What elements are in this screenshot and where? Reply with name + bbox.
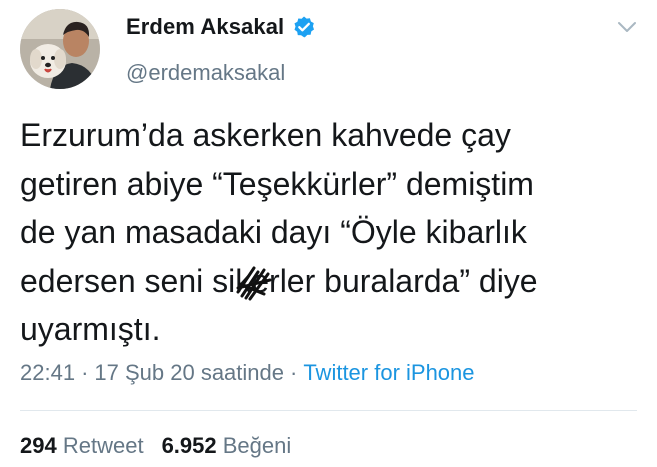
chevron-down-icon[interactable] [617, 20, 637, 34]
tweet-text-line: uyarmıştı. [20, 311, 161, 347]
likes-stat[interactable]: 6.952 Beğeni [162, 433, 292, 458]
name-row: Erdem Aksakal [126, 14, 316, 40]
tweet-source-link[interactable]: Twitter for iPhone [303, 360, 474, 385]
meta-separator: · [81, 360, 89, 385]
likes-count: 6.952 [161, 433, 217, 458]
tweet-time[interactable]: 22:41 [20, 360, 75, 385]
tweet-text-line: de yan masadaki dayı “Öyle kibarlık [20, 214, 527, 250]
tweet-text: Erzurum’da askerken kahvede çay getiren … [20, 111, 645, 354]
retweets-count: 294 [20, 433, 57, 458]
tweet-meta: 22:41 · 17 Şub 20 saatinde · Twitter for iPh… [20, 360, 475, 386]
tweet-card: Erdem Aksakal @erdemaksakal Erzurum’da a… [0, 0, 657, 467]
tweet-text-line: edersen seni sikerler buralarda” diye [20, 262, 538, 299]
likes-label: Beğeni [222, 433, 292, 458]
retweets-label: Retweet [62, 433, 144, 458]
user-handle[interactable]: @erdemaksakal [126, 60, 285, 86]
divider [20, 410, 637, 411]
tweet-stats: 294 Retweet 6.952 Beğeni [20, 433, 291, 459]
retweets-stat[interactable]: 294 Retweet [20, 433, 144, 458]
avatar[interactable] [20, 9, 100, 89]
display-name[interactable]: Erdem Aksakal [126, 14, 284, 40]
meta-separator: · [290, 360, 298, 385]
avatar-photo-icon [20, 9, 100, 89]
verified-badge-icon [292, 15, 316, 39]
tweet-date[interactable]: 17 Şub 20 saatinde [94, 360, 284, 385]
tweet-text-line: Erzurum’da askerken kahvede çay [20, 117, 511, 153]
tweet-text-line: getiren abiye “Teşekkürler” demiştim [20, 165, 534, 202]
